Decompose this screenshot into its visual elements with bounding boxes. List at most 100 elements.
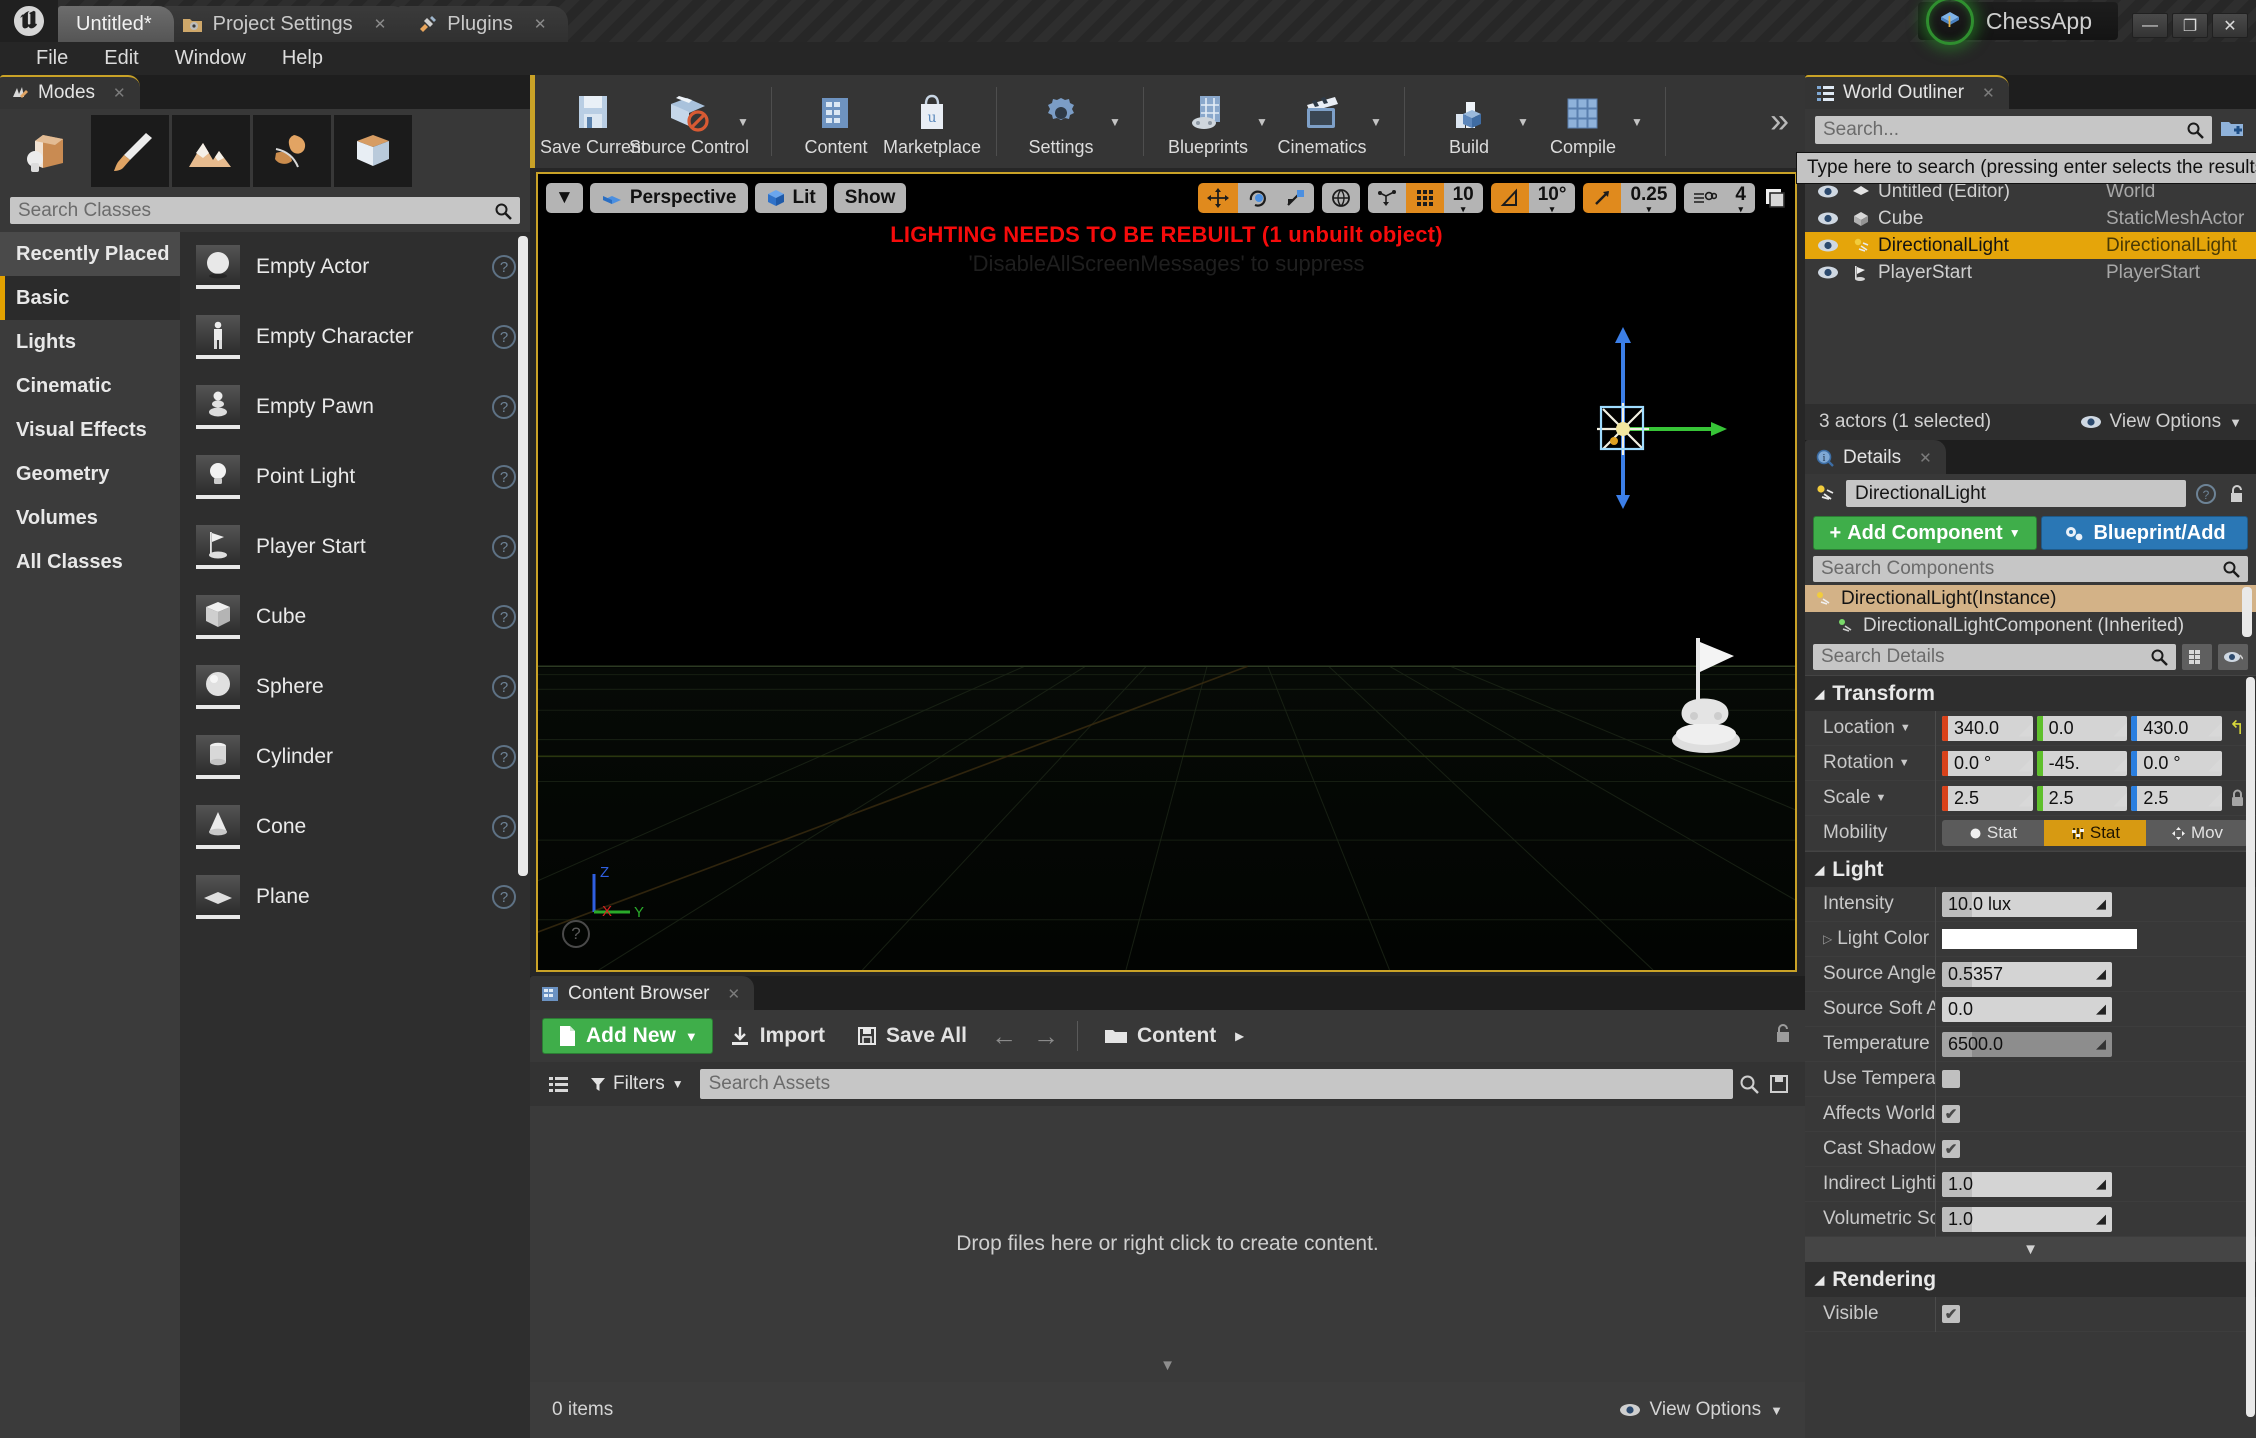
list-item[interactable]: Sphere ? <box>180 652 530 722</box>
show-menu-button[interactable]: Show <box>833 183 907 213</box>
scale-gizmo-icon[interactable] <box>1275 183 1314 213</box>
mode-button-landscape[interactable] <box>172 115 250 187</box>
scale-snap-value[interactable]: 0.25 ▾ <box>1621 183 1677 213</box>
surface-snap-icon[interactable] <box>1367 183 1406 213</box>
mode-button-place[interactable] <box>10 115 88 187</box>
save-all-button[interactable]: Save All <box>841 1018 983 1054</box>
chevron-down-icon[interactable]: ▼ <box>1900 722 1911 734</box>
help-icon[interactable]: ? <box>492 675 516 699</box>
visible-checkbox[interactable]: ✔ <box>1942 1305 1960 1323</box>
scale-y-field[interactable]: 2.5 ◢ <box>2036 785 2128 811</box>
spinner-icon[interactable]: ◢ <box>2208 717 2222 740</box>
help-icon[interactable]: ? <box>492 815 516 839</box>
location-x-field[interactable]: 340.0 ◢ <box>1942 715 2033 741</box>
list-item[interactable]: Empty Character ? <box>180 302 530 372</box>
breadcrumb-caret-icon[interactable]: ▸ <box>1235 1026 1243 1046</box>
volumetric-scattering-field[interactable]: 1.0 ◢ <box>1942 1206 2112 1232</box>
indirect-lighting-field[interactable]: 1.0 ◢ <box>1942 1171 2112 1197</box>
chevron-down-icon[interactable]: ▼ <box>1876 792 1887 804</box>
help-icon[interactable]: ? <box>492 395 516 419</box>
selected-light-gizmo[interactable] <box>1553 319 1773 509</box>
outliner-search-box[interactable] <box>1815 116 2212 144</box>
list-item[interactable]: Player Start ? <box>180 512 530 582</box>
spinner-icon[interactable]: ◢ <box>2019 717 2033 740</box>
menu-item-file[interactable]: File <box>18 44 86 73</box>
scale-x-field[interactable]: 2.5 ◢ <box>1942 785 2033 811</box>
category-cinematic[interactable]: Cinematic <box>0 364 180 408</box>
level-viewport[interactable]: ▼ Perspective Lit Show 10 ▾ 10° ▾ 0.25 ▾… <box>536 172 1797 972</box>
eye-icon[interactable] <box>1805 211 1851 226</box>
details-scrollbar[interactable] <box>2246 677 2255 1417</box>
outliner-view-options-button[interactable]: View Options ▼ <box>2080 411 2242 433</box>
source-angle-field[interactable]: 0.5357 ◢ <box>1942 961 2112 987</box>
close-icon[interactable]: ✕ <box>1982 84 1995 102</box>
search-components-input[interactable] <box>1821 558 2222 580</box>
marketplace-button[interactable]: u Marketplace <box>883 75 981 168</box>
cinematics-button[interactable]: Cinematics <box>1274 75 1370 168</box>
spinner-icon[interactable]: ◢ <box>2019 752 2033 775</box>
tab-details[interactable]: i Details ✕ <box>1805 440 1946 474</box>
help-icon[interactable]: ? <box>492 465 516 489</box>
grid-snap-value[interactable]: 10 ▾ <box>1443 183 1483 213</box>
world-sphere-icon[interactable] <box>1321 183 1360 213</box>
chevron-down-icon[interactable]: ▼ <box>1256 75 1274 168</box>
menu-item-help[interactable]: Help <box>264 44 341 73</box>
grid-snap-toggle[interactable] <box>1405 183 1444 213</box>
help-icon[interactable]: ? <box>492 255 516 279</box>
list-item[interactable]: Plane ? <box>180 862 530 932</box>
unlock-icon[interactable] <box>2226 483 2248 505</box>
outliner-row-cube[interactable]: Cube StaticMeshActor <box>1805 205 2256 232</box>
spinner-icon[interactable]: ◢ <box>2096 1036 2106 1052</box>
blueprint-add-button[interactable]: Blueprint/Add <box>2041 516 2248 550</box>
close-icon[interactable]: ✕ <box>728 985 741 1003</box>
spinner-icon[interactable]: ◢ <box>2113 752 2127 775</box>
search-assets-input[interactable] <box>708 1073 1724 1095</box>
search-classes-input[interactable] <box>18 199 494 222</box>
actor-name-field[interactable]: DirectionalLight <box>1846 480 2186 507</box>
mobility-static-button[interactable]: Stat <box>1942 820 2044 846</box>
help-icon[interactable]: ? <box>492 325 516 349</box>
section-header-rendering[interactable]: ◢ Rendering <box>1805 1261 2256 1297</box>
list-item[interactable]: Cone ? <box>180 792 530 862</box>
menu-item-window[interactable]: Window <box>157 44 264 73</box>
list-item[interactable]: Cylinder ? <box>180 722 530 792</box>
window-tab-plugins[interactable]: Plugins ✕ <box>398 6 569 42</box>
nav-back-button[interactable]: ← <box>983 1021 1025 1052</box>
view-mode-button[interactable]: Lit <box>754 183 827 213</box>
rotation-x-field[interactable]: 0.0 ° ◢ <box>1942 750 2033 776</box>
search-components-box[interactable] <box>1813 556 2248 582</box>
import-button[interactable]: Import <box>713 1018 841 1054</box>
close-icon[interactable]: ✕ <box>1919 449 1932 467</box>
chevron-down-icon[interactable]: ▼ <box>1899 757 1910 769</box>
lock-ratio-icon[interactable] <box>2226 788 2248 808</box>
affects-world-checkbox[interactable]: ✔ <box>1942 1105 1960 1123</box>
compile-button[interactable]: Compile <box>1535 75 1631 168</box>
lock-icon[interactable] <box>1773 1022 1793 1050</box>
content-view-options-button[interactable]: View Options ▼ <box>1619 1399 1783 1421</box>
spinner-icon[interactable]: ◢ <box>2019 787 2033 810</box>
list-item[interactable]: Empty Actor ? <box>180 232 530 302</box>
reset-to-default-icon[interactable]: ↰ <box>2226 717 2248 740</box>
chevron-down-icon[interactable]: ▼ <box>1109 75 1127 168</box>
location-y-field[interactable]: 0.0 ◢ <box>2036 715 2128 741</box>
rotation-y-field[interactable]: -45. ◢ <box>2036 750 2128 776</box>
chevron-down-icon[interactable]: ▼ <box>737 75 755 168</box>
section-header-transform[interactable]: ◢ Transform <box>1805 675 2256 711</box>
expand-handle-icon[interactable]: ▼ <box>1160 1357 1175 1374</box>
outliner-row-directionallight[interactable]: DirectionalLight DirectionalLight <box>1805 232 2256 259</box>
spinner-icon[interactable]: ◢ <box>2096 1176 2106 1192</box>
tab-world-outliner[interactable]: World Outliner ✕ <box>1805 75 2009 109</box>
help-icon[interactable]: ? <box>2195 483 2217 505</box>
cast-shadows-checkbox[interactable]: ✔ <box>1942 1140 1960 1158</box>
category-basic[interactable]: Basic <box>0 276 180 320</box>
viewport-help-icon[interactable]: ? <box>562 920 590 948</box>
create-folder-icon[interactable] <box>2220 118 2246 142</box>
close-icon[interactable]: ✕ <box>374 15 387 33</box>
chevron-down-icon[interactable]: ▼ <box>1517 75 1535 168</box>
add-new-button[interactable]: Add New ▼ <box>542 1018 713 1054</box>
source-soft-angle-field[interactable]: 0.0 ◢ <box>1942 996 2112 1022</box>
temperature-field[interactable]: 6500.0 ◢ <box>1942 1031 2112 1057</box>
filters-button[interactable]: Filters ▼ <box>580 1073 694 1095</box>
help-icon[interactable]: ? <box>492 885 516 909</box>
mode-button-foliage[interactable] <box>253 115 331 187</box>
